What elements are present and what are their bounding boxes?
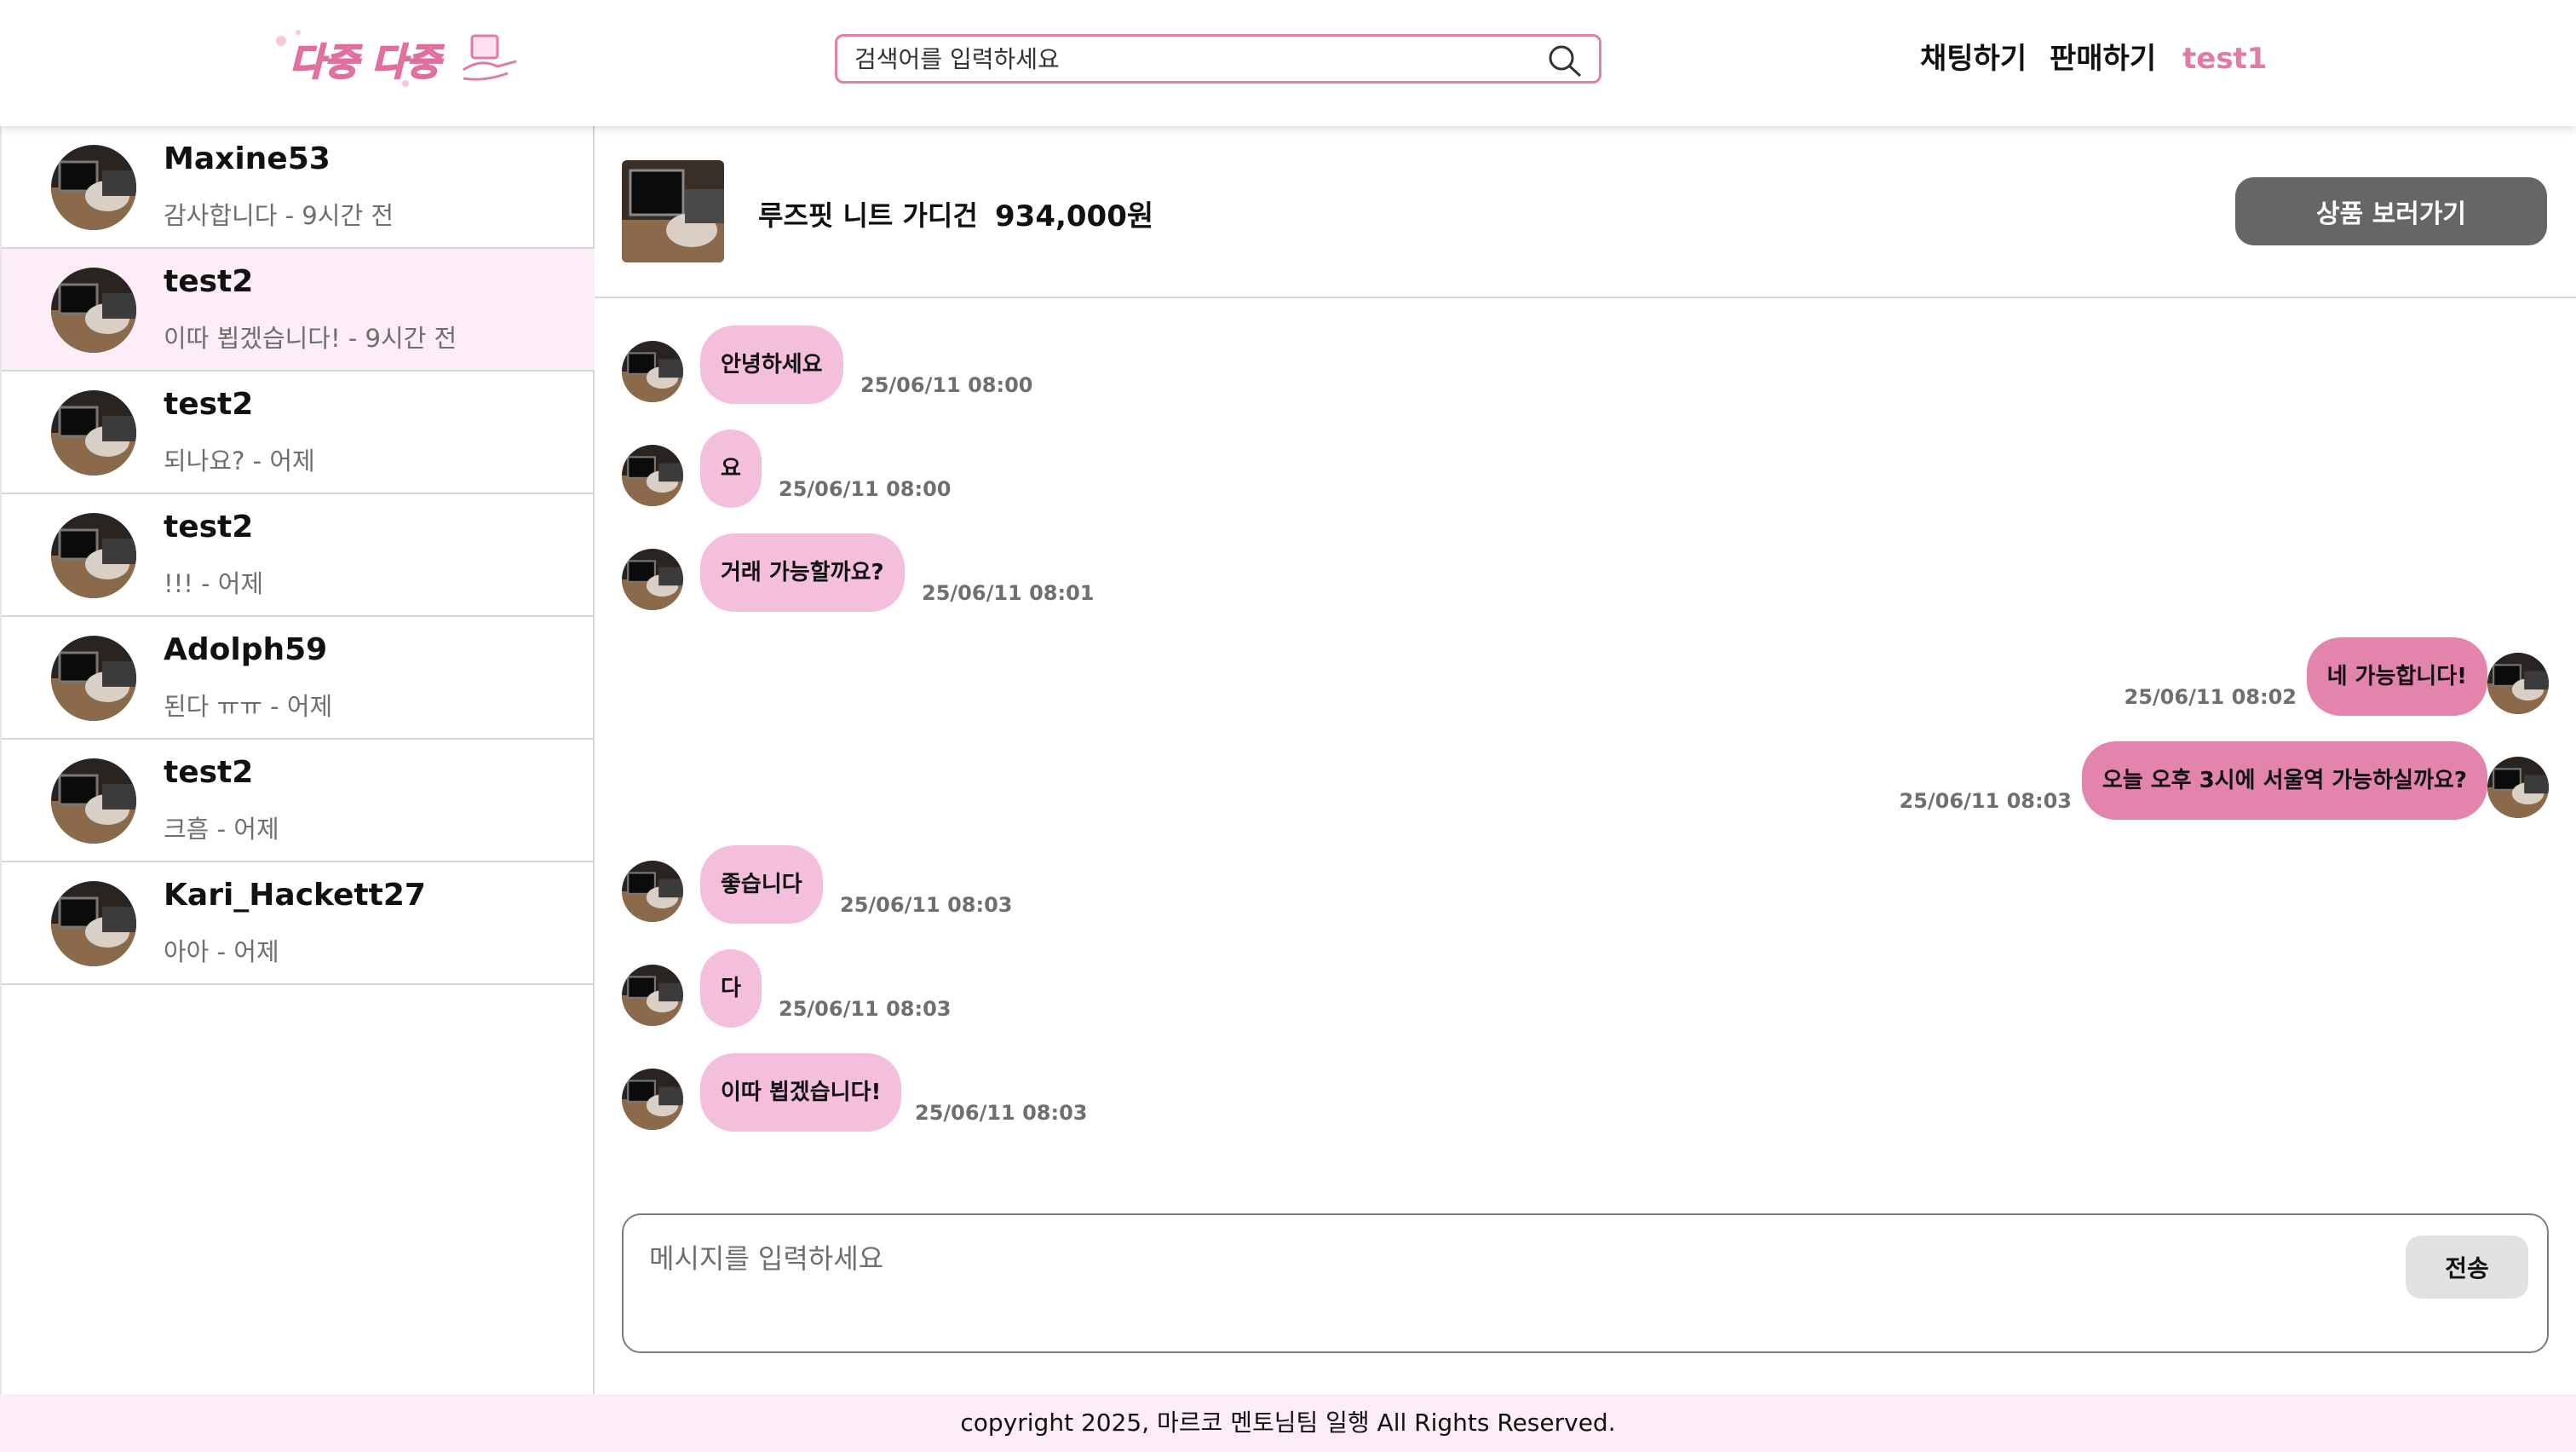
avatar <box>2487 653 2549 714</box>
conversation-name: Adolph59 <box>164 632 328 667</box>
message-bubble: 거래 가능할까요? <box>700 533 905 612</box>
message-timestamp: 25/06/11 08:00 <box>860 373 1033 397</box>
message-timestamp: 25/06/11 08:02 <box>2124 685 2297 709</box>
conversation-last-message: !!! - 어제 <box>164 569 264 598</box>
conversation-last-message: 크흠 - 어제 <box>164 815 279 844</box>
message-timestamp: 25/06/11 08:00 <box>779 477 952 501</box>
message-bubble-mine: 오늘 오후 3시에 서울역 가능하실까요? <box>2081 741 2487 820</box>
avatar <box>622 965 683 1026</box>
product-price: 934,000원 <box>995 199 1154 233</box>
nav-user-link[interactable]: test1 <box>2182 37 2267 80</box>
conversation-item[interactable]: Maxine53 감사합니다 - 9시간 전 <box>2 126 595 249</box>
conversation-last-message: 감사합니다 - 9시간 전 <box>164 201 394 230</box>
message-input[interactable] <box>649 1237 2353 1331</box>
message-bubble: 요 <box>700 429 762 508</box>
message-bubble: 안녕하세요 <box>700 326 843 404</box>
logo-text: 다중 다중 <box>290 41 445 84</box>
avatar <box>51 881 136 966</box>
avatar <box>622 341 683 402</box>
search-bar <box>835 34 1601 84</box>
message-bubble-mine: 네 가능합니다! <box>2306 637 2487 716</box>
message-bubble: 좋습니다 <box>700 845 823 924</box>
message-timestamp: 25/06/11 08:03 <box>1899 789 2072 813</box>
message-timestamp: 25/06/11 08:03 <box>915 1101 1088 1125</box>
conversation-name: test2 <box>164 387 254 422</box>
conversation-item[interactable]: test2 되나요? - 어제 <box>2 372 595 494</box>
conversation-item[interactable]: Kari_Hackett27 아아 - 어제 <box>2 862 595 985</box>
avatar <box>51 636 136 721</box>
conversation-name: Kari_Hackett27 <box>164 878 426 913</box>
avatar <box>51 758 136 844</box>
conversation-last-message: 되나요? - 어제 <box>164 447 315 475</box>
product-summary: 루즈핏 니트 가디건 934,000원 상품 보러가기 <box>595 126 2576 298</box>
message-timestamp: 25/06/11 08:03 <box>779 997 952 1021</box>
site-logo[interactable]: 다중 다중 <box>269 24 525 95</box>
conversation-name: test2 <box>164 264 254 299</box>
avatar <box>2487 757 2549 818</box>
conversation-name: Maxine53 <box>164 141 331 176</box>
conversation-item[interactable]: test2 크흠 - 어제 <box>2 740 595 862</box>
avatar <box>51 145 136 230</box>
view-product-button[interactable]: 상품 보러가기 <box>2235 177 2547 245</box>
conversation-last-message: 이따 뵙겠습니다! - 9시간 전 <box>164 324 457 353</box>
avatar <box>622 549 683 610</box>
avatar <box>622 861 683 922</box>
message-timestamp: 25/06/11 08:03 <box>840 893 1013 917</box>
conversation-list: Maxine53 감사합니다 - 9시간 전 test2 이따 뵙겠습니다! -… <box>0 126 595 1394</box>
conversation-item[interactable]: test2 !!! - 어제 <box>2 494 595 617</box>
message-bubble: 다 <box>700 949 762 1028</box>
conversation-name: test2 <box>164 755 254 790</box>
footer-copyright: copyright 2025, 마르코 멘토님팀 일행 All Rights R… <box>0 1394 2576 1452</box>
avatar <box>622 1069 683 1130</box>
product-name: 루즈핏 니트 가디건 <box>758 199 978 232</box>
conversation-last-message: 된다 ㅠㅠ - 어제 <box>164 692 333 721</box>
message-composer: 전송 <box>622 1213 2549 1353</box>
search-icon[interactable] <box>1546 43 1584 78</box>
nav-sell-link[interactable]: 판매하기 <box>2050 37 2156 80</box>
top-header: 다중 다중 채팅하기 판매하기 test1 <box>0 0 2576 126</box>
conversation-last-message: 아아 - 어제 <box>164 937 279 966</box>
nav-chat-link[interactable]: 채팅하기 <box>1920 37 2027 80</box>
message-bubble: 이따 뵙겠습니다! <box>700 1053 902 1132</box>
conversation-item-active[interactable]: test2 이따 뵙겠습니다! - 9시간 전 <box>2 249 595 372</box>
conversation-item[interactable]: Adolph59 된다 ㅠㅠ - 어제 <box>2 617 595 740</box>
avatar <box>622 445 683 506</box>
conversation-name: test2 <box>164 510 254 544</box>
search-input[interactable] <box>854 42 1519 76</box>
chat-panel: 루즈핏 니트 가디건 934,000원 상품 보러가기 안녕하세요 25/06/… <box>595 126 2576 1394</box>
avatar <box>51 390 136 475</box>
avatar <box>51 513 136 598</box>
send-button[interactable]: 전송 <box>2406 1236 2528 1299</box>
avatar <box>51 268 136 353</box>
product-thumbnail[interactable] <box>622 160 724 262</box>
message-timestamp: 25/06/11 08:01 <box>922 581 1095 605</box>
